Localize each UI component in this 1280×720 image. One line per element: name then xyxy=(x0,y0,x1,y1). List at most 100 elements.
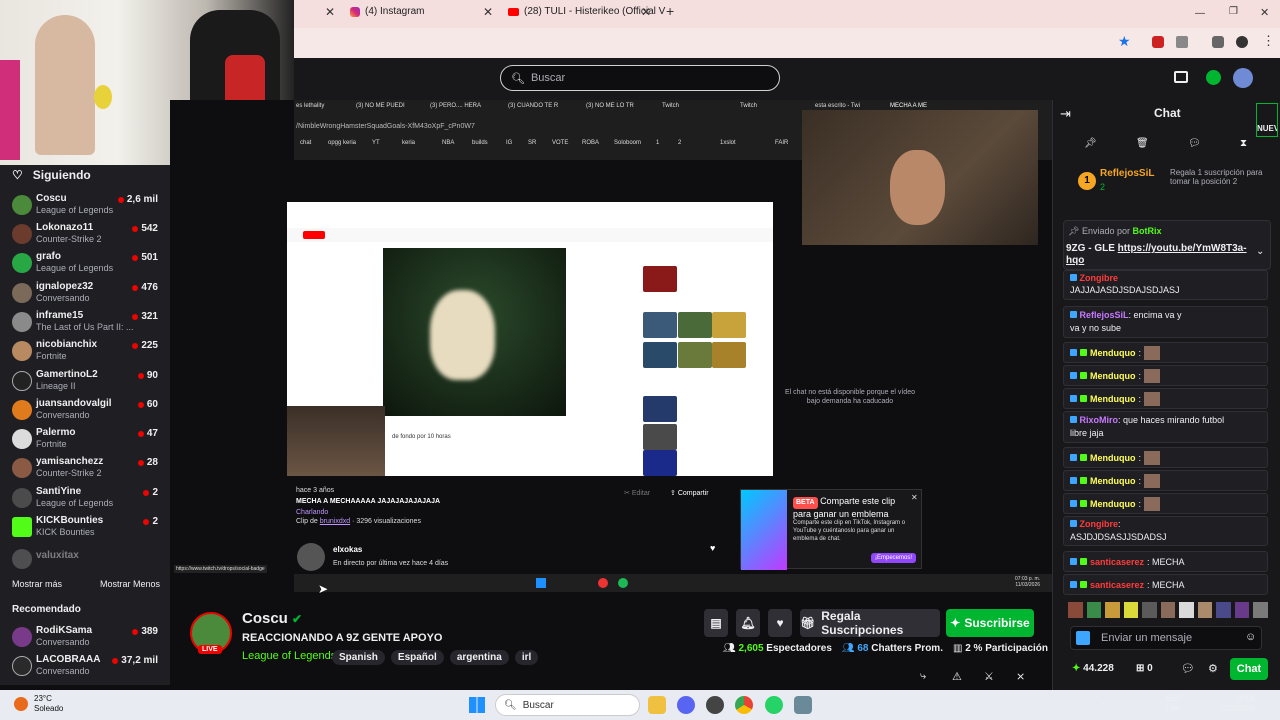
pin-icon[interactable]: 📌︎ xyxy=(1084,138,1097,149)
close-icon[interactable]: ✕ xyxy=(911,493,918,502)
tag[interactable]: Español xyxy=(390,650,444,665)
sidebar-channel[interactable]: Coscu League of Legends 2,6 mil xyxy=(12,192,162,220)
hourglass-icon[interactable]: ⧗ xyxy=(1240,138,1247,149)
collapse-chat-icon[interactable]: ⇥ xyxy=(1060,106,1071,122)
discord-icon[interactable] xyxy=(677,696,695,714)
share-icon[interactable]: ⤷ xyxy=(920,670,926,683)
inbox-icon[interactable] xyxy=(1174,71,1188,83)
chat-message[interactable]: Zongibre: ASJDJDSASJJSDADSJ xyxy=(1063,516,1268,546)
close-tab-icon[interactable]: ✕ xyxy=(483,5,493,19)
extension-icon[interactable] xyxy=(1152,36,1164,48)
emote-icon[interactable] xyxy=(1105,602,1120,618)
tag[interactable]: irl xyxy=(514,650,539,665)
whatsapp-icon[interactable] xyxy=(765,696,783,714)
subscribe-button[interactable]: ✦ Suscribirse xyxy=(946,609,1034,637)
sidebar-channel[interactable]: GamertinoL2 Lineage II 90 xyxy=(12,368,162,396)
sidebar-channel[interactable]: Palermo Fortnite 47 xyxy=(12,426,162,454)
hide-icon[interactable]: ⨯ xyxy=(1016,670,1025,683)
sidebar-channel[interactable]: ignalopez32 Conversando 476 xyxy=(12,280,162,308)
chat-username[interactable]: Menduquo xyxy=(1090,499,1136,509)
chat-message[interactable]: Menduquo: xyxy=(1063,493,1268,514)
emoji-icon[interactable]: ☺ xyxy=(1245,631,1256,643)
media-icon[interactable] xyxy=(1212,36,1224,48)
chat-username[interactable]: Menduquo xyxy=(1090,476,1136,486)
emote-icon[interactable] xyxy=(1234,602,1250,618)
stream-category[interactable]: League of Legends xyxy=(242,650,336,662)
tag[interactable]: argentina xyxy=(449,650,509,665)
chrome-icon[interactable] xyxy=(735,696,753,714)
close-tab-icon[interactable]: ✕ xyxy=(325,5,335,19)
sidebar-channel[interactable]: yamisanchezz Counter-Strike 2 28 xyxy=(12,455,162,483)
new-badge[interactable]: NUEV xyxy=(1256,103,1278,137)
chat-message[interactable]: Menduquo: xyxy=(1063,388,1268,409)
chat-username[interactable]: RixoMiro xyxy=(1080,415,1119,425)
app-icon[interactable] xyxy=(706,696,724,714)
minimize-icon[interactable]: — xyxy=(1195,8,1205,19)
sidebar-channel[interactable]: SantiYine League of Legends 2 xyxy=(12,485,162,513)
trash-icon[interactable]: 🗑︎ xyxy=(1136,138,1149,149)
address-bar[interactable] xyxy=(294,28,1280,58)
chat-message[interactable]: santicaserez: MECHA xyxy=(1063,551,1268,572)
sidebar-channel[interactable]: grafo League of Legends 501 xyxy=(12,250,162,278)
chat-message[interactable]: ReflejosSiL: encima va y va y no sube xyxy=(1063,306,1268,338)
follow-heart-icon[interactable]: ♥ xyxy=(768,609,792,637)
clip-channel-name[interactable]: elxokas xyxy=(333,545,362,554)
file-explorer-icon[interactable] xyxy=(648,696,666,714)
edit-button[interactable]: ✂ Editar xyxy=(624,489,650,497)
heart-icon[interactable]: ♥ xyxy=(710,543,715,553)
windows-start-icon[interactable] xyxy=(469,697,485,713)
emote-icon[interactable] xyxy=(1197,602,1213,618)
weather-widget[interactable]: 23°C Soleado xyxy=(34,694,63,714)
chat-message[interactable]: RixoMiro: que haces mirando futbol libre … xyxy=(1063,411,1268,443)
chevron-up-icon[interactable]: ⌃ xyxy=(1100,700,1108,711)
sidebar-channel[interactable]: juansandovalgil Conversando 60 xyxy=(12,397,162,425)
weather-icon[interactable] xyxy=(14,697,28,711)
emote-icon[interactable] xyxy=(1253,602,1269,618)
pinned-user[interactable]: BotRix xyxy=(1133,226,1162,236)
extensions-puzzle-icon[interactable] xyxy=(1176,36,1188,48)
menu-kebab-icon[interactable]: ⋮ xyxy=(1262,33,1275,49)
windows-search-input[interactable]: 🔍︎ Buscar xyxy=(495,694,640,716)
sidebar-channel[interactable]: nicobianchix Fortnite 225 xyxy=(12,338,162,366)
kick-icon[interactable] xyxy=(1206,70,1221,85)
app-icon[interactable] xyxy=(794,696,812,714)
tab-instagram[interactable]: (4) Instagram xyxy=(350,6,424,17)
user-avatar[interactable] xyxy=(1233,68,1253,88)
clock[interactable]: 19:04 11/3/2026 xyxy=(1220,694,1255,714)
clipper-link[interactable]: brunixdxd xyxy=(320,518,350,525)
chat-bubble-icon[interactable]: 💬︎ xyxy=(1188,138,1201,149)
settings-gear-icon[interactable]: ⚙ xyxy=(1208,662,1218,675)
sidebar-channel[interactable]: inframe15 The Last of Us Part II: ... 321 xyxy=(12,309,162,337)
chat-username[interactable]: santicaserez xyxy=(1090,557,1144,567)
chat-send-button[interactable]: Chat xyxy=(1230,658,1268,680)
chat-username[interactable]: Zongibre xyxy=(1080,273,1119,283)
new-tab-button[interactable]: + xyxy=(666,3,674,19)
sidebar-channel[interactable]: Lokonazo11 Counter-Strike 2 542 xyxy=(12,221,162,249)
show-more-link[interactable]: Mostrar más xyxy=(12,579,62,589)
gift-subs-button[interactable]: 🎁︎ Regala Suscripciones xyxy=(800,609,940,637)
chat-message[interactable]: Zongibre JAJJAJASDJSDAJSDJASJ xyxy=(1063,270,1268,300)
sidebar-channel[interactable]: KICKBounties KICK Bounties 2 xyxy=(12,514,162,542)
share-button[interactable]: ⇪ Compartir xyxy=(670,489,709,497)
chat-username[interactable]: Menduquo xyxy=(1090,348,1136,358)
chat-message[interactable]: Menduquo: xyxy=(1063,342,1268,363)
emote-icon[interactable] xyxy=(1216,602,1231,618)
chat-username[interactable]: santicaserez xyxy=(1090,580,1144,590)
leader-name[interactable]: ReflejosSiL xyxy=(1100,168,1154,179)
clip-button[interactable]: ▤ xyxy=(704,609,728,637)
tag[interactable]: Spanish xyxy=(332,650,385,665)
chat-message[interactable]: Menduquo: xyxy=(1063,447,1268,468)
profile-icon[interactable] xyxy=(1236,36,1248,48)
mod-icon[interactable]: ⚔ xyxy=(984,670,994,683)
chat-username[interactable]: Menduquo xyxy=(1090,453,1136,463)
streamer-name[interactable]: Coscu ✔ xyxy=(242,610,302,627)
promo-cta-button[interactable]: ¡Empecemos! xyxy=(871,553,917,563)
elxokas-avatar[interactable] xyxy=(297,543,325,571)
chat-input[interactable]: Enviar un mensaje xyxy=(1070,626,1262,650)
clip-category[interactable]: Charlando xyxy=(296,509,328,516)
emote-icon[interactable] xyxy=(1142,602,1157,618)
chat-message[interactable]: Menduquo: xyxy=(1063,365,1268,386)
maximize-icon[interactable]: ❐ xyxy=(1229,6,1238,17)
emote-picker-icon[interactable]: 💬︎ xyxy=(1181,662,1195,675)
chat-username[interactable]: Menduquo xyxy=(1090,394,1136,404)
